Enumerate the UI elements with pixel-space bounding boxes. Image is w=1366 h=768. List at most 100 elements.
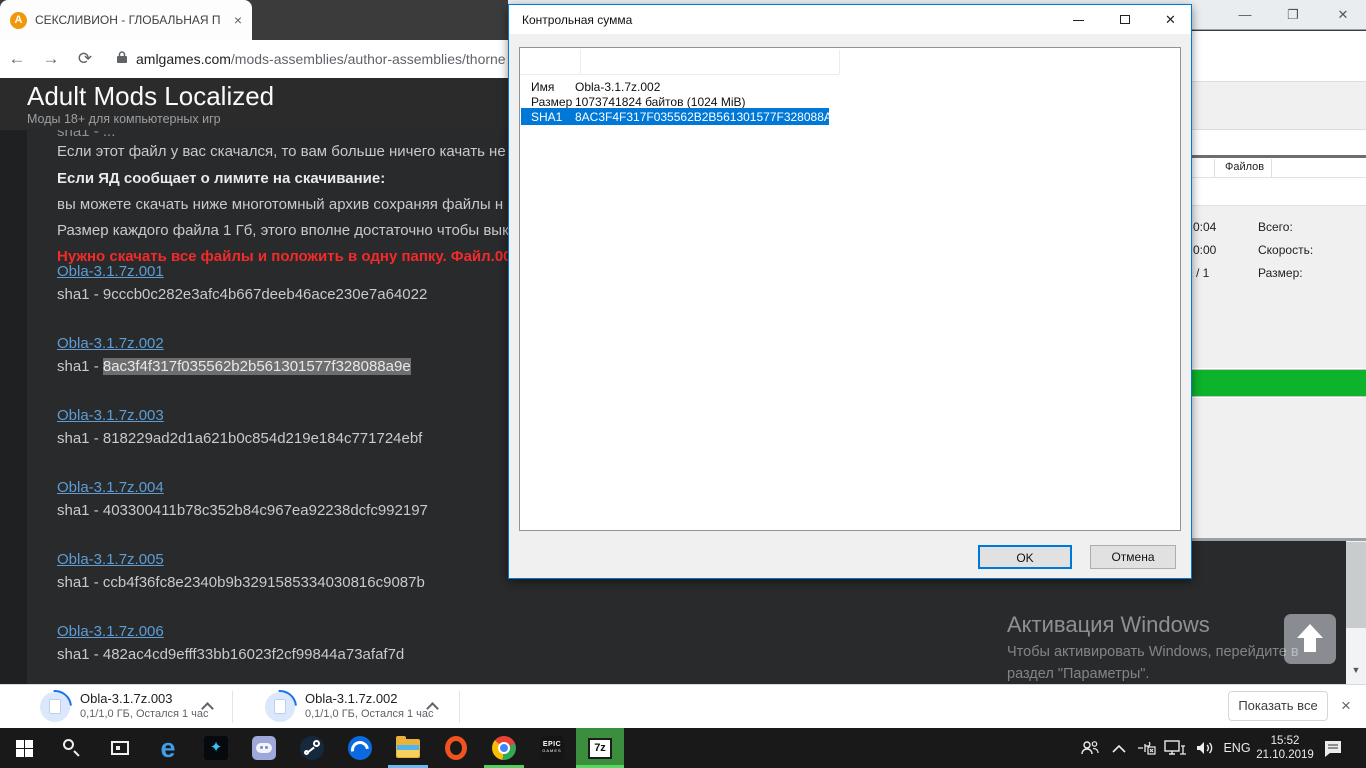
dialog-title: Контрольная сумма xyxy=(522,13,632,27)
minimize-icon[interactable]: — xyxy=(1222,0,1268,29)
7zip-icon: 7z xyxy=(588,738,612,759)
page-subtitle: Моды 18+ для компьютерных игр xyxy=(27,112,221,126)
file-sha1-line: sha1 - 482ac4cd9efff33bb16023f2cf99844a7… xyxy=(57,646,404,663)
people-icon xyxy=(1080,740,1100,756)
taskbar-uplay-button[interactable] xyxy=(336,728,384,768)
tray-volume-button[interactable] xyxy=(1190,728,1220,768)
total-label: Всего: xyxy=(1258,220,1293,234)
taskbar-game-app-button[interactable]: ✦ xyxy=(192,728,240,768)
address-bar[interactable]: amlgames.com/mods-assemblies/author-asse… xyxy=(136,51,506,67)
checksum-result-list[interactable]: ИмяObla-3.1.7z.002 Размер1073741824 байт… xyxy=(519,47,1181,531)
taskbar-chrome-button[interactable] xyxy=(480,728,528,768)
scrollbar-thumb[interactable] xyxy=(1346,542,1366,628)
tray-network-button[interactable] xyxy=(1160,728,1190,768)
column-divider xyxy=(1214,159,1215,177)
taskbar-search-button[interactable] xyxy=(48,728,96,768)
list-row: ИмяObla-3.1.7z.002 xyxy=(531,80,554,94)
file-sha1-line: sha1 - 9cccb0c282e3afc4b667deeb46ace230e… xyxy=(57,286,427,303)
restore-icon[interactable]: ❐ xyxy=(1270,0,1316,29)
notification-icon xyxy=(1324,740,1342,757)
https-lock-icon[interactable] xyxy=(116,50,128,69)
list-row-selected[interactable]: SHA1 8AC3F4F317F035562B2B561301577F32808… xyxy=(521,108,829,125)
page-gutter xyxy=(0,130,27,684)
files-header-label: Файлов xyxy=(1225,161,1264,173)
search-icon xyxy=(63,739,81,757)
size-label: Размер xyxy=(531,95,572,109)
file-link[interactable]: Obla-3.1.7z.005 xyxy=(57,551,164,568)
name-value: Obla-3.1.7z.002 xyxy=(575,80,660,94)
show-all-downloads-button[interactable]: Показать все xyxy=(1228,691,1328,721)
ok-button[interactable]: OK xyxy=(978,545,1072,569)
task-view-button[interactable] xyxy=(96,728,144,768)
tray-language-button[interactable]: ENG xyxy=(1220,728,1254,768)
tray-clock[interactable]: 15:52 21.10.2019 xyxy=(1254,728,1316,768)
minimize-icon[interactable] xyxy=(1056,5,1101,34)
language-label: ENG xyxy=(1223,741,1250,755)
taskbar-discord-button[interactable] xyxy=(240,728,288,768)
speed-label: Скорость: xyxy=(1258,243,1313,257)
file-explorer-icon xyxy=(396,739,420,758)
selected-text: 8ac3f4f317f035562b2b561301577f328088a9e xyxy=(103,358,411,375)
browser-tab-active[interactable]: A СЕКСЛИВИОН - ГЛОБАЛЬНАЯ П × xyxy=(0,0,252,40)
list-row: Размер1073741824 байтов (1024 MiB) xyxy=(531,95,572,109)
tray-overflow-button[interactable] xyxy=(1106,728,1132,768)
taskbar-edge-button[interactable]: e xyxy=(144,728,192,768)
size-label: Размер: xyxy=(1258,266,1303,280)
dialog-titlebar[interactable]: Контрольная сумма ✕ xyxy=(509,5,1191,34)
file-link[interactable]: Obla-3.1.7z.004 xyxy=(57,479,164,496)
origin-icon xyxy=(445,736,467,760)
chevron-up-icon xyxy=(1112,744,1126,753)
file-link[interactable]: Obla-3.1.7z.003 xyxy=(57,407,164,424)
reload-icon[interactable]: ⟳ xyxy=(68,49,102,69)
close-shelf-icon[interactable]: × xyxy=(1341,696,1351,716)
elapsed-time-value: 0:04 xyxy=(1193,220,1216,234)
action-center-button[interactable] xyxy=(1318,728,1348,768)
watermark-line: Чтобы активировать Windows, перейдите в xyxy=(1007,644,1299,660)
task-view-icon xyxy=(111,741,129,755)
file-link[interactable]: Obla-3.1.7z.001 xyxy=(57,263,164,280)
download-status: 0,1/1,0 ГБ, Остался 1 час xyxy=(305,708,434,720)
site-favicon-icon: A xyxy=(10,12,27,29)
edge-icon: e xyxy=(160,735,175,762)
cancel-button[interactable]: Отмена xyxy=(1090,545,1176,569)
column-divider xyxy=(839,50,840,74)
chrome-icon xyxy=(492,736,516,760)
file-link[interactable]: Obla-3.1.7z.002 xyxy=(57,335,164,352)
tray-people-button[interactable] xyxy=(1076,728,1104,768)
download-item[interactable]: Obla-3.1.7z.002 0,1/1,0 ГБ, Остался 1 ча… xyxy=(233,685,460,729)
sha1-label: SHA1 xyxy=(531,110,562,124)
watermark-title: Активация Windows xyxy=(1007,612,1299,638)
divider xyxy=(459,691,460,723)
game-app-icon: ✦ xyxy=(204,736,228,760)
taskbar-explorer-button[interactable] xyxy=(384,728,432,768)
taskbar-steam-button[interactable] xyxy=(288,728,336,768)
content-line: вы можете скачать ниже многотомный архив… xyxy=(57,196,503,213)
content-line: Если этот файл у вас скачался, то вам бо… xyxy=(57,143,518,160)
windows-logo-icon xyxy=(16,740,33,757)
download-progress-icon xyxy=(40,692,70,722)
discord-icon xyxy=(252,736,276,760)
back-icon[interactable]: ← xyxy=(0,49,34,69)
name-label: Имя xyxy=(531,80,554,94)
close-icon[interactable]: ✕ xyxy=(1320,0,1366,29)
file-sha1-line: sha1 - 818229ad2d1a621b0c854d219e184c771… xyxy=(57,430,422,447)
start-button[interactable] xyxy=(0,728,48,768)
tray-power-button[interactable] xyxy=(1132,728,1160,768)
maximize-icon[interactable] xyxy=(1102,5,1147,34)
tab-close-icon[interactable]: × xyxy=(234,12,242,28)
checksum-dialog: Контрольная сумма ✕ ИмяObla-3.1.7z.002 Р… xyxy=(508,4,1192,579)
taskbar-origin-button[interactable] xyxy=(432,728,480,768)
download-shelf: Obla-3.1.7z.003 0,1/1,0 ГБ, Остался 1 ча… xyxy=(0,684,1366,728)
forward-icon[interactable]: → xyxy=(34,49,68,69)
file-sha1-line: sha1 - 8ac3f4f317f035562b2b561301577f328… xyxy=(57,358,411,375)
taskbar-7zip-button[interactable]: 7z xyxy=(576,728,624,768)
scrollbar-down-icon[interactable]: ▼ xyxy=(1346,660,1366,680)
taskbar-epic-button[interactable]: EPICGAMES xyxy=(528,728,576,768)
file-link[interactable]: Obla-3.1.7z.006 xyxy=(57,623,164,640)
steam-icon xyxy=(300,736,324,760)
remaining-time-value: 0:00 xyxy=(1193,243,1216,257)
windows-activation-watermark: Активация Windows Чтобы активировать Win… xyxy=(1007,612,1299,682)
close-icon[interactable]: ✕ xyxy=(1148,5,1193,34)
download-item[interactable]: Obla-3.1.7z.003 0,1/1,0 ГБ, Остался 1 ча… xyxy=(0,685,233,729)
download-filename: Obla-3.1.7z.002 xyxy=(305,691,398,706)
